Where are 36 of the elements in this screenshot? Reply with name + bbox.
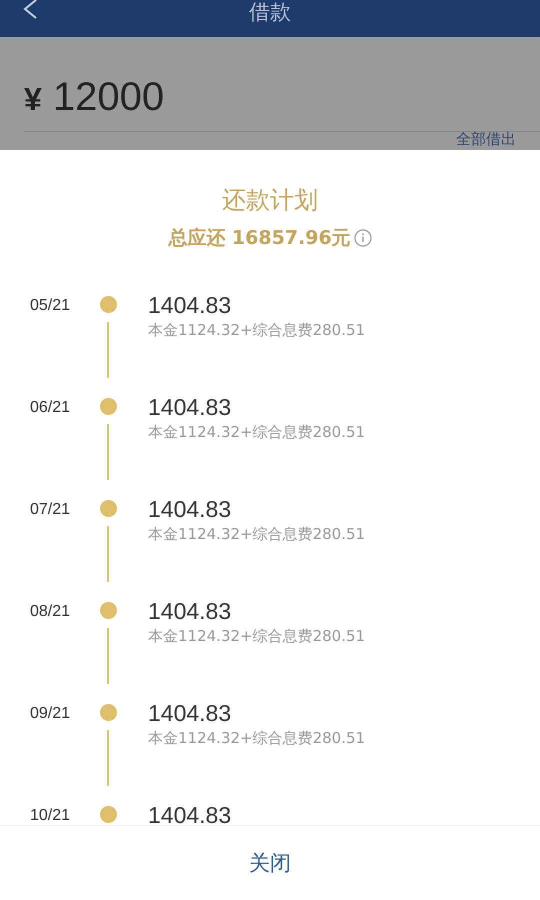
timeline-line <box>107 628 109 684</box>
timeline-line <box>107 730 109 786</box>
payment-date: 09/21 <box>29 704 72 724</box>
payment-amount: 1404.83 <box>148 393 232 422</box>
timeline-dot <box>100 500 116 517</box>
total-amount: 总应还 16857.96元 <box>168 226 351 251</box>
payment-amount: 1404.83 <box>148 291 232 320</box>
payment-date: 05/21 <box>29 296 72 316</box>
plan-title: 还款计划 <box>222 185 318 216</box>
timeline-dot <box>100 704 116 721</box>
payment-detail: 本金1124.32+综合息费280.51 <box>148 626 366 647</box>
payment-amount: 1404.83 <box>148 597 232 626</box>
info-icon[interactable] <box>354 229 372 247</box>
payment-date: 06/21 <box>29 398 72 418</box>
payment-date: 08/21 <box>29 602 72 622</box>
timeline-line <box>107 424 109 480</box>
timeline-dot <box>100 806 116 823</box>
payment-detail: 本金1124.32+综合息费280.51 <box>148 728 366 749</box>
payment-detail: 本金1124.32+综合息费280.51 <box>148 422 366 443</box>
timeline-dot <box>100 602 116 619</box>
payment-amount: 1404.83 <box>148 699 232 728</box>
close-button[interactable]: 关闭 <box>241 845 299 881</box>
back-icon[interactable] <box>22 0 38 20</box>
payment-detail: 本金1124.32+综合息费280.51 <box>148 320 366 341</box>
payment-detail: 本金1124.32+综合息费280.51 <box>148 524 366 545</box>
payment-amount: 1404.83 <box>148 801 232 825</box>
timeline-line <box>107 322 109 378</box>
borrow-all-link[interactable]: 全部借出 <box>456 129 516 149</box>
payment-date: 07/21 <box>29 500 72 520</box>
payment-amount: 1404.83 <box>148 495 232 524</box>
amount-field[interactable]: ¥ 12000 <box>24 37 540 132</box>
timeline-line <box>107 526 109 582</box>
timeline-dot <box>100 398 116 415</box>
page-title: 借款 <box>249 0 291 25</box>
timeline-dot <box>100 296 116 313</box>
payment-date: 10/21 <box>29 806 72 825</box>
